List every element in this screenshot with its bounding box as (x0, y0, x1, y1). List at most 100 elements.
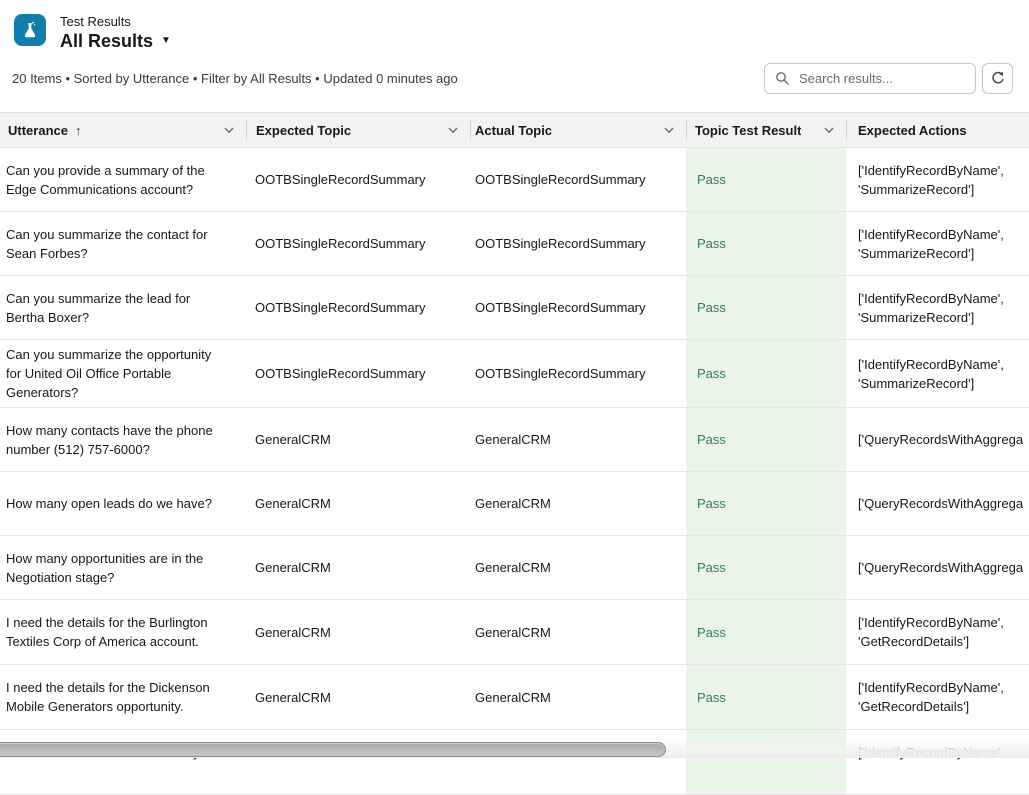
actual-topic-text: GeneralCRM (475, 688, 551, 707)
actual-topic-text: OOTBSingleRecordSummary (475, 234, 646, 253)
utterance-text: How many opportunities are in the Negoti… (6, 549, 226, 587)
expected-actions-text: ['IdentifyRecordByName', 'GetRecordDetai… (858, 678, 1029, 716)
expected-actions-text: ['IdentifyRecordByName', 'SummarizeRecor… (858, 289, 1029, 327)
cell-expected-topic: GeneralCRM (246, 600, 470, 664)
cell-topic-test-result: Pass (686, 148, 846, 211)
cell-expected-topic: GeneralCRM (246, 472, 470, 535)
result-badge: Pass (697, 364, 726, 383)
cell-actual-topic: GeneralCRM (470, 536, 686, 599)
column-header-label: Expected Actions (858, 123, 967, 138)
cell-topic-test-result: Pass (686, 600, 846, 664)
utterance-text: I need the details for the Burlington Te… (6, 613, 226, 651)
app-header: Test Results All Results ▼ (0, 0, 1029, 56)
sort-ascending-icon: ↑ (75, 123, 82, 138)
table-row: Can you provide a summary of the Edge Co… (0, 148, 1029, 212)
cell-utterance: I need the details for the Burlington Te… (0, 600, 246, 664)
refresh-icon (990, 70, 1006, 86)
cell-expected-topic: GeneralCRM (246, 665, 470, 729)
result-badge: Pass (697, 430, 726, 449)
table-row: Can you summarize the opportunity for Un… (0, 340, 1029, 408)
cell-expected-actions: ['IdentifyRecordByName', 'GetRecordDetai… (846, 600, 1029, 664)
flask-glyph (20, 20, 40, 40)
expected-actions-text: ['IdentifyRecordByName', 'SummarizeRecor… (858, 161, 1029, 199)
expected-actions-text: ['QueryRecordsWithAggrega (858, 494, 1023, 513)
column-menu-icon[interactable] (222, 123, 236, 137)
column-header[interactable]: Expected Topic (246, 113, 470, 147)
result-badge: Pass (697, 623, 726, 642)
list-controls: 20 Items • Sorted by Utterance • Filter … (0, 56, 1029, 100)
actual-topic-text: OOTBSingleRecordSummary (475, 298, 646, 317)
column-menu-icon[interactable] (446, 123, 460, 137)
actual-topic-text: GeneralCRM (475, 430, 551, 449)
table-body: Can you provide a summary of the Edge Co… (0, 148, 1029, 795)
utterance-text: How many contacts have the phone number … (6, 421, 226, 459)
cell-expected-actions: ['IdentifyRecordByName', 'SummarizeRecor… (846, 276, 1029, 339)
cell-expected-topic: GeneralCRM (246, 536, 470, 599)
result-badge: Pass (697, 688, 726, 707)
cell-topic-test-result: Pass (686, 536, 846, 599)
cell-utterance: Can you summarize the opportunity for Un… (0, 340, 246, 407)
cell-expected-topic: OOTBSingleRecordSummary (246, 148, 470, 211)
cell-actual-topic: OOTBSingleRecordSummary (470, 212, 686, 275)
expected-actions-text: ['IdentifyRecordByName', 'SummarizeRecor… (858, 225, 1029, 263)
actual-topic-text: OOTBSingleRecordSummary (475, 170, 646, 189)
table-row: How many open leads do we have? GeneralC… (0, 472, 1029, 536)
utterance-text: Can you summarize the lead for Bertha Bo… (6, 289, 226, 327)
cell-actual-topic: GeneralCRM (470, 665, 686, 729)
cell-utterance: Can you summarize the lead for Bertha Bo… (0, 276, 246, 339)
expected-topic-text: OOTBSingleRecordSummary (255, 234, 426, 253)
expected-actions-text: ['QueryRecordsWithAggrega (858, 558, 1023, 577)
search-input[interactable] (797, 70, 965, 87)
entity-label: Test Results (60, 14, 171, 29)
cell-actual-topic: OOTBSingleRecordSummary (470, 148, 686, 211)
cell-expected-actions: ['QueryRecordsWithAggrega (846, 472, 1029, 535)
horizontal-scrollbar-thumb[interactable] (0, 742, 666, 757)
column-header[interactable]: Topic Test Result (686, 113, 846, 147)
column-header[interactable]: Actual Topic (470, 113, 686, 147)
cell-topic-test-result: Pass (686, 340, 846, 407)
expected-topic-text: GeneralCRM (255, 623, 331, 642)
results-table: Utterance ↑ Expected Topic Actual Topic (0, 112, 1029, 795)
table-header-row: Utterance ↑ Expected Topic Actual Topic (0, 112, 1029, 148)
column-menu-icon[interactable] (662, 123, 676, 137)
cell-topic-test-result: Pass (686, 472, 846, 535)
table-row: I need the details for the Dickenson Mob… (0, 665, 1029, 730)
actual-topic-text: GeneralCRM (475, 623, 551, 642)
expected-topic-text: OOTBSingleRecordSummary (255, 364, 426, 383)
utterance-text: Can you provide a summary of the Edge Co… (6, 161, 226, 199)
cell-topic-test-result: Pass (686, 665, 846, 729)
dropdown-arrow-icon: ▼ (161, 36, 171, 46)
result-badge: Pass (697, 558, 726, 577)
cell-expected-actions: ['IdentifyRecordByName', 'GetRecordDetai… (846, 665, 1029, 729)
expected-topic-text: GeneralCRM (255, 688, 331, 707)
list-view-selector[interactable]: All Results ▼ (60, 31, 171, 51)
actual-topic-text: GeneralCRM (475, 558, 551, 577)
cell-topic-test-result: Pass (686, 212, 846, 275)
cell-expected-topic: GeneralCRM (246, 408, 470, 471)
column-menu-icon[interactable] (822, 123, 836, 137)
search-box[interactable] (764, 63, 976, 94)
column-header[interactable]: Utterance ↑ (0, 113, 246, 147)
table-row: I need the details for the Burlington Te… (0, 600, 1029, 665)
cell-expected-topic: OOTBSingleRecordSummary (246, 340, 470, 407)
cell-topic-test-result: Pass (686, 408, 846, 471)
result-badge: Pass (697, 170, 726, 189)
cell-utterance: How many opportunities are in the Negoti… (0, 536, 246, 599)
cell-actual-topic: OOTBSingleRecordSummary (470, 340, 686, 407)
cell-expected-actions: ['IdentifyRecordByName', 'SummarizeRecor… (846, 148, 1029, 211)
actual-topic-text: GeneralCRM (475, 494, 551, 513)
cell-utterance: How many open leads do we have? (0, 472, 246, 535)
refresh-button[interactable] (982, 63, 1013, 94)
table-row: Can you summarize the lead for Bertha Bo… (0, 276, 1029, 340)
column-header-label: Utterance (8, 123, 68, 138)
cell-expected-actions: ['IdentifyRecordByName', 'SummarizeRecor… (846, 212, 1029, 275)
cell-expected-topic: OOTBSingleRecordSummary (246, 212, 470, 275)
expected-actions-text: ['IdentifyRecordByName', 'SummarizeRecor… (858, 355, 1029, 393)
column-header[interactable]: Expected Actions (846, 113, 1029, 147)
cell-topic-test-result: Pass (686, 276, 846, 339)
table-row: Can you summarize the contact for Sean F… (0, 212, 1029, 276)
table-row: How many opportunities are in the Negoti… (0, 536, 1029, 600)
horizontal-scrollbar-track (0, 740, 1029, 758)
cell-actual-topic: GeneralCRM (470, 600, 686, 664)
list-status-text: 20 Items • Sorted by Utterance • Filter … (12, 71, 458, 86)
